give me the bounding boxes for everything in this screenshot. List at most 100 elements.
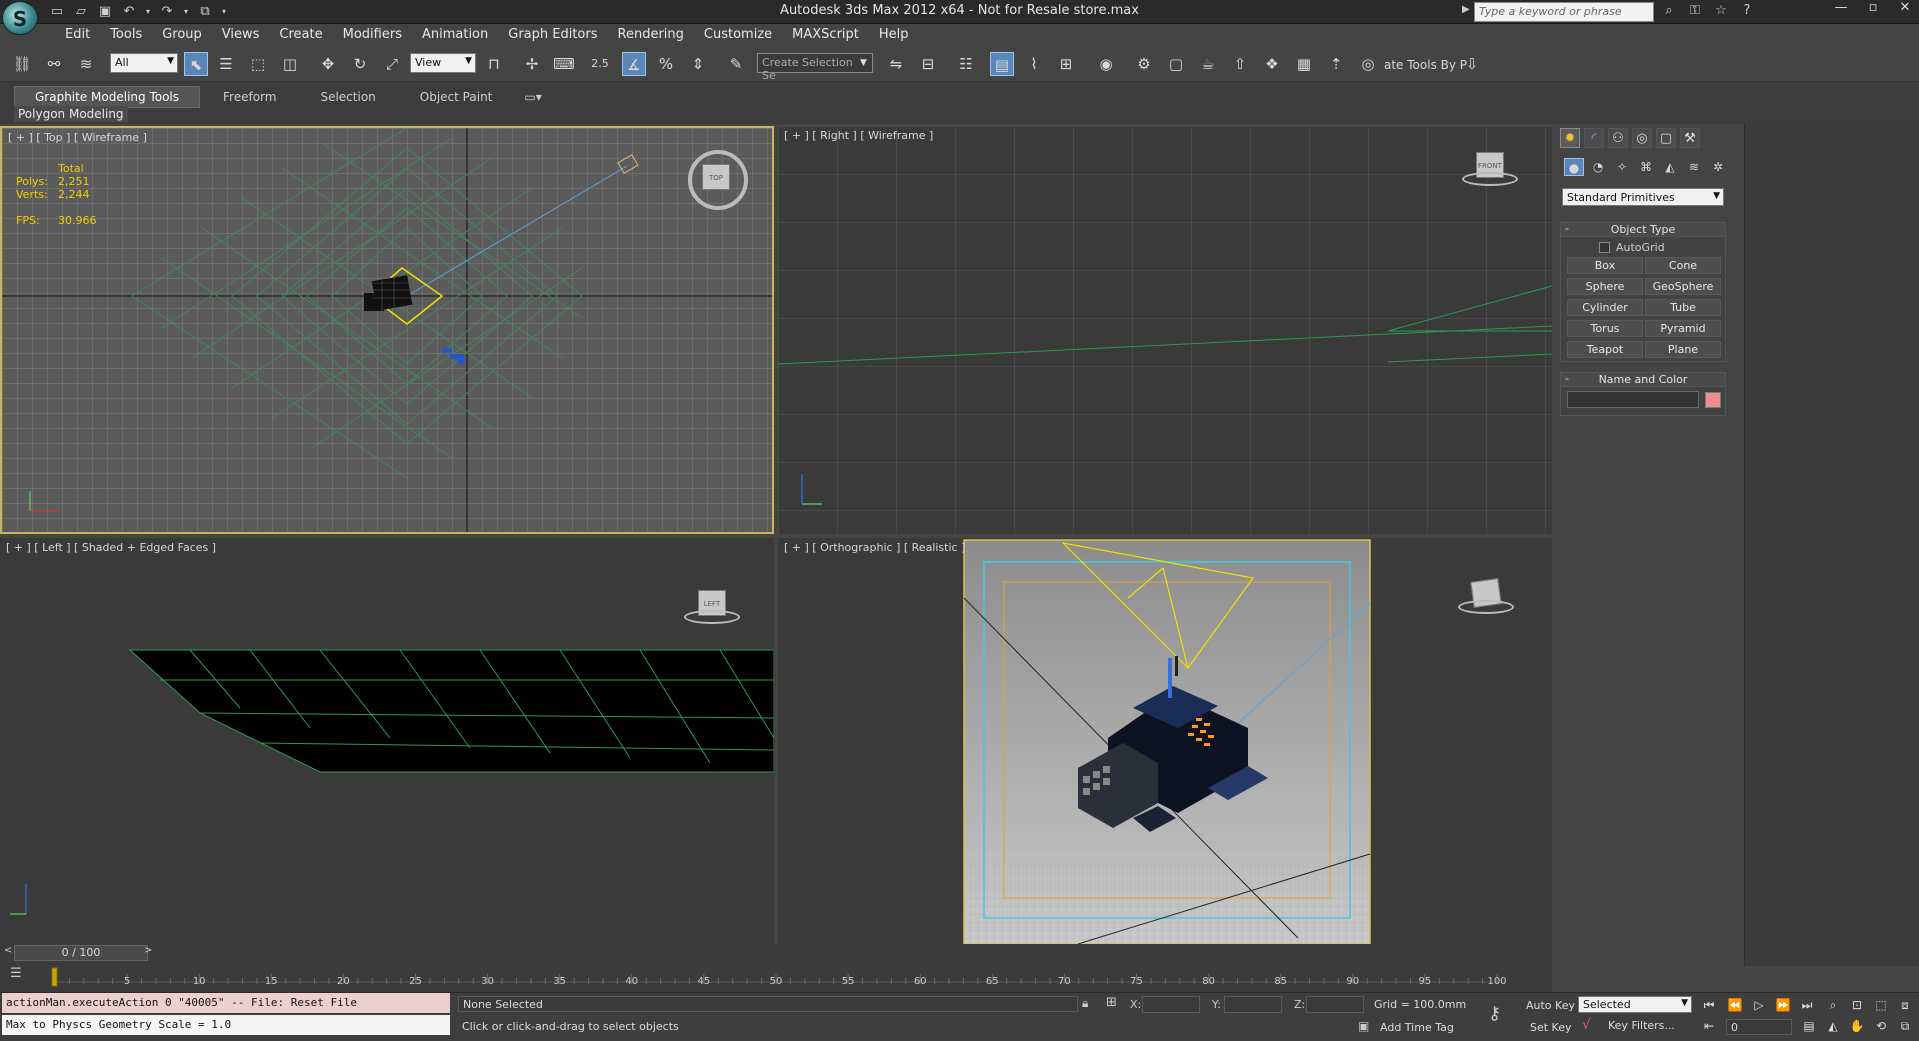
- move-icon[interactable]: ✥: [316, 52, 340, 76]
- render-setup-icon[interactable]: ⚙: [1132, 52, 1156, 76]
- menu-graph-editors[interactable]: Graph Editors: [498, 24, 607, 46]
- shapes-icon[interactable]: ◔: [1588, 158, 1608, 176]
- close-icon[interactable]: ✕: [1897, 0, 1913, 15]
- ribbon-panel-polygon-modeling[interactable]: Polygon Modeling: [14, 106, 128, 122]
- time-slider[interactable]: < 0 / 100 >: [0, 944, 1552, 962]
- scale-icon[interactable]: ⤢: [380, 52, 404, 76]
- absolute-mode-icon[interactable]: ⊞: [1106, 995, 1117, 1010]
- current-frame-input[interactable]: 0: [1726, 1019, 1792, 1035]
- help-icon[interactable]: ?: [1738, 2, 1756, 20]
- cone-button[interactable]: Cone: [1645, 257, 1721, 274]
- viewport-ortho-label[interactable]: [ + ] [ Orthographic ] [ Realistic ]: [784, 541, 965, 554]
- menu-maxscript[interactable]: MAXScript: [782, 24, 869, 46]
- set-key-button[interactable]: Set Key: [1530, 1021, 1572, 1034]
- redo-dropdown-icon[interactable]: ▾: [182, 3, 190, 21]
- key-filters-button[interactable]: Key Filters...: [1608, 1019, 1675, 1032]
- object-type-header[interactable]: - Object Type: [1561, 222, 1725, 237]
- keyboard-shortcut-icon[interactable]: ⌨: [552, 52, 576, 76]
- viewcube-left[interactable]: LEFT: [684, 578, 740, 634]
- menu-rendering[interactable]: Rendering: [608, 24, 694, 46]
- time-slider-next-icon[interactable]: >: [144, 945, 152, 956]
- maximize-icon[interactable]: ▫: [1865, 0, 1881, 15]
- maxscript-listener-output[interactable]: actionMan.executeAction 0 "40005" -- Fil…: [2, 993, 450, 1013]
- menu-customize[interactable]: Customize: [694, 24, 782, 46]
- menu-create[interactable]: Create: [269, 24, 332, 46]
- create-tab-icon[interactable]: ✹: [1560, 128, 1580, 148]
- key-mode-toggle-icon[interactable]: ⇤: [1700, 1017, 1718, 1035]
- arrow-down-tool-icon[interactable]: ⇩: [1460, 52, 1484, 76]
- tab-graphite-modeling-tools[interactable]: Graphite Modeling Tools: [14, 86, 201, 108]
- menu-group[interactable]: Group: [152, 24, 212, 46]
- angle-snap-icon[interactable]: ∡: [622, 52, 646, 76]
- helpers-icon[interactable]: ◭: [1660, 158, 1680, 176]
- cylinder-button[interactable]: Cylinder: [1567, 299, 1643, 316]
- modify-tab-icon[interactable]: ◜: [1584, 128, 1604, 148]
- select-manipulate-icon[interactable]: ✢: [520, 52, 544, 76]
- add-time-tag-button[interactable]: Add Time Tag: [1380, 1021, 1454, 1034]
- open-file-icon[interactable]: ▱: [72, 3, 90, 21]
- redo-icon[interactable]: ↷: [158, 3, 176, 21]
- arrow-up-tool-icon[interactable]: ⇧: [1228, 52, 1252, 76]
- selection-lock-icon[interactable]: 🔒︎: [1082, 996, 1088, 1011]
- go-to-start-icon[interactable]: ⏮: [1700, 996, 1718, 1014]
- zoom-extents-icon[interactable]: ⬚: [1872, 996, 1890, 1014]
- zoom-icon[interactable]: ⌕: [1824, 996, 1842, 1014]
- time-slider-prev-icon[interactable]: <: [4, 945, 12, 956]
- utilities-tab-icon[interactable]: ⚒: [1680, 128, 1700, 148]
- rotate-icon[interactable]: ↻: [348, 52, 372, 76]
- hierarchy-tab-icon[interactable]: ⚇: [1608, 128, 1628, 148]
- viewcube-orthographic[interactable]: [1458, 568, 1514, 624]
- previous-frame-icon[interactable]: ⏪: [1726, 996, 1744, 1014]
- window-crossing-icon[interactable]: ◫: [278, 52, 302, 76]
- maxscript-listener-input[interactable]: Max to Physcs Geometry Scale = 1.0: [2, 1015, 450, 1035]
- percent-snap-icon[interactable]: %: [654, 52, 678, 76]
- viewport-right[interactable]: [ + ] [ Right ] [ Wireframe ] FRONT: [778, 126, 1552, 534]
- edit-named-selection-icon[interactable]: ✎: [724, 52, 748, 76]
- teapot-button[interactable]: Teapot: [1567, 341, 1643, 358]
- pan-view-icon[interactable]: ✋: [1848, 1017, 1866, 1035]
- autogrid-checkbox[interactable]: AutoGrid: [1599, 241, 1665, 254]
- object-name-input[interactable]: [1567, 391, 1699, 408]
- default-tangent-icon[interactable]: √: [1582, 1017, 1591, 1033]
- undo-icon[interactable]: ↶: [120, 3, 138, 21]
- search-input[interactable]: Type a keyword or phrase: [1474, 2, 1654, 22]
- select-by-name-icon[interactable]: ☰: [214, 52, 238, 76]
- go-to-end-icon[interactable]: ⏭: [1798, 996, 1816, 1014]
- selection-filter-select[interactable]: All ▼: [110, 53, 178, 73]
- time-tag-icon[interactable]: ▣: [1358, 1019, 1369, 1033]
- menu-animation[interactable]: Animation: [412, 24, 498, 46]
- menu-views[interactable]: Views: [212, 24, 270, 46]
- zoom-extents-all-icon[interactable]: ⧈: [1896, 996, 1914, 1014]
- box-button[interactable]: Box: [1567, 257, 1643, 274]
- set-keys-key-icon[interactable]: ⚷: [1488, 1003, 1501, 1024]
- menu-tools[interactable]: Tools: [100, 24, 152, 46]
- ribbon-options-icon[interactable]: ▭▾: [515, 86, 550, 108]
- tab-freeform[interactable]: Freeform: [202, 86, 297, 108]
- curve-editor-icon[interactable]: ⌇: [1022, 52, 1046, 76]
- layer-manager-icon[interactable]: ☷: [954, 52, 978, 76]
- orbit-icon[interactable]: ⟲: [1872, 1017, 1890, 1035]
- named-selection-dropdown-icon[interactable]: ▼: [860, 58, 867, 68]
- unlink-icon[interactable]: ⚯: [42, 52, 66, 76]
- y-coord-input[interactable]: [1224, 996, 1282, 1013]
- auto-key-button[interactable]: Auto Key: [1526, 999, 1575, 1012]
- time-slider-thumb[interactable]: 0 / 100: [14, 945, 148, 961]
- z-coord-input[interactable]: [1306, 996, 1364, 1013]
- toolbar-extension-label[interactable]: ate Tools By P: [1384, 58, 1467, 72]
- save-file-icon[interactable]: ▣: [96, 3, 114, 21]
- menu-edit[interactable]: Edit: [55, 24, 100, 46]
- render-production-icon[interactable]: ☕: [1196, 52, 1220, 76]
- viewport-left[interactable]: [ + ] [ Left ] [ Shaded + Edged Faces ] …: [0, 538, 774, 944]
- new-file-icon[interactable]: ▭: [48, 3, 66, 21]
- select-object-icon[interactable]: ⬉: [184, 52, 208, 76]
- object-color-swatch[interactable]: [1705, 392, 1721, 408]
- geosphere-button[interactable]: GeoSphere: [1645, 278, 1721, 295]
- rect-selection-icon[interactable]: ⬚: [246, 52, 270, 76]
- link-icon[interactable]: ⛓: [10, 52, 34, 76]
- viewcube-front[interactable]: FRONT: [1462, 140, 1518, 196]
- minimize-icon[interactable]: —: [1833, 0, 1849, 15]
- favorites-star-icon[interactable]: ☆: [1712, 2, 1730, 20]
- reference-coord-select[interactable]: View ▼: [410, 53, 476, 73]
- primitive-category-select[interactable]: Standard Primitives ▼: [1562, 188, 1724, 206]
- next-frame-icon[interactable]: ⏩: [1774, 996, 1792, 1014]
